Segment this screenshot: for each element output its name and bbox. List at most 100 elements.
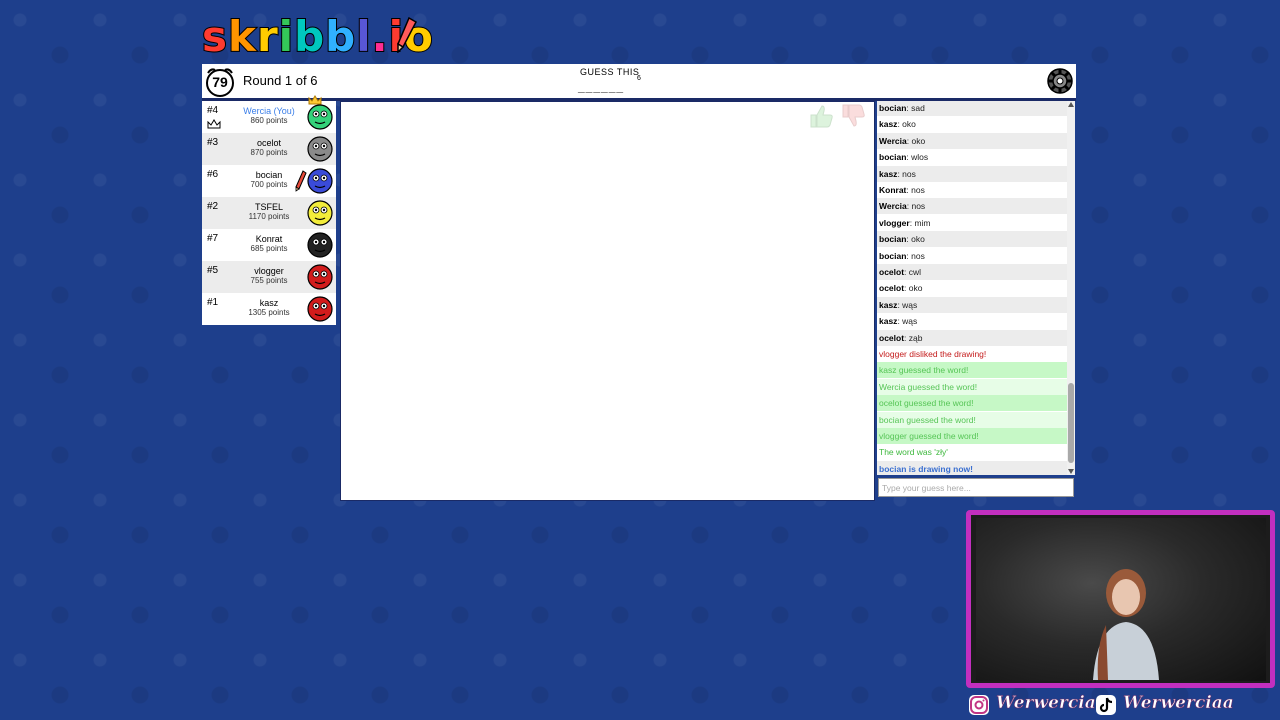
chat-text: kasz guessed the word! [879, 365, 969, 376]
instagram-handle: Werwerciaa [996, 693, 1107, 714]
chat-text: nos [911, 250, 925, 261]
word-hint-blanks: ______ [578, 80, 625, 94]
chat-message: bocian: nos [879, 250, 925, 261]
chat-text: vlogger guessed the word! [879, 431, 979, 441]
logo-letter: k [227, 12, 257, 61]
player-points: 860 points [250, 116, 288, 125]
chat-message: kasz: nos [877, 165, 1069, 182]
chat-message: bocian guessed the word! [877, 411, 1069, 428]
chat-scrollbar[interactable] [1067, 101, 1075, 475]
chat-author: vlogger [879, 217, 910, 228]
chat-text: wlos [911, 152, 929, 163]
pencil-logo-icon [397, 17, 417, 53]
player-list: #4 Wercia (You) 860 points #3 ocelot 870 poin… [202, 95, 336, 325]
chat-message: ocelot: oko [879, 283, 923, 294]
scroll-thumb[interactable] [1068, 383, 1074, 463]
round-indicator: Round 1 of 6 [243, 73, 318, 88]
chat-text: Wercia guessed the word! [879, 381, 978, 392]
player-avatar [307, 264, 333, 290]
player-points: 1170 points [248, 212, 290, 221]
chat-author: ocelot [879, 283, 905, 294]
chat-author: kasz [879, 299, 898, 310]
player-name: ocelot [256, 138, 282, 148]
chat-author: Wercia [879, 135, 907, 146]
chat-text: nos [911, 201, 926, 212]
chat-text: wąs [902, 316, 918, 327]
player-rank: #2 [207, 201, 219, 212]
player-avatar [307, 168, 333, 194]
chat-text: cwl [908, 267, 922, 277]
chat-message: kasz: wąs [879, 316, 918, 327]
chat-message: vlogger: mim [879, 217, 931, 228]
chat-author: Konrat [879, 185, 907, 195]
social-handles: Werwerciaa Werwerciaa [966, 692, 1275, 718]
player-points: 685 points [250, 244, 288, 253]
thumbs-up-icon[interactable] [809, 104, 835, 128]
chat-text: The word was 'zły' [879, 447, 948, 458]
player-name: Konrat [255, 234, 283, 244]
player-row[interactable]: #7 Konrat 685 points [202, 229, 336, 261]
word-length: 6 [637, 75, 641, 82]
guess-input[interactable] [878, 478, 1074, 497]
chat-text: vlogger disliked the drawing! [879, 349, 987, 359]
chat-text: mim [914, 217, 931, 228]
chat-message: bocian: sad [877, 101, 1069, 116]
player-row[interactable]: #4 Wercia (You) 860 points [202, 95, 336, 133]
player-row[interactable]: #1 kasz 1305 points [202, 293, 336, 325]
drawing-canvas[interactable] [340, 101, 875, 501]
player-avatar [307, 136, 333, 162]
chat-author: Wercia [879, 201, 907, 212]
player-row[interactable]: #2 TSFEL 1170 points [202, 197, 336, 229]
chat-author: bocian [879, 234, 907, 245]
chat-text: oko [908, 283, 923, 294]
player-row[interactable]: #3 ocelot 870 points [202, 133, 336, 165]
chat-message: bocian is drawing now! [877, 460, 1069, 475]
player-name: TSFEL [254, 202, 283, 212]
player-rank: #4 [207, 105, 219, 116]
player-rank: #1 [207, 297, 219, 308]
chat-text: oko [911, 234, 925, 245]
chat-author: bocian [879, 250, 907, 261]
chat-text: oko [911, 135, 926, 146]
chat-author: bocian [879, 103, 907, 113]
chat-text: nos [902, 168, 916, 179]
player-name: Wercia (You) [243, 106, 295, 116]
chat-message: The word was 'zły' [877, 444, 1069, 460]
chat-message: Wercia: nos [877, 198, 1069, 215]
chat-message: ocelot: ząb [877, 329, 1069, 346]
chat-text: sad [911, 103, 925, 113]
instagram-icon [969, 695, 989, 715]
timer-value: 79 [212, 74, 228, 90]
chat-author: kasz [879, 316, 898, 327]
player-points: 1305 points [248, 308, 290, 317]
chat-author: kasz [879, 119, 898, 130]
chat-message: bocian: oko [877, 231, 1069, 248]
chat-message: kasz: oko [879, 119, 916, 130]
logo-letter: s [201, 12, 228, 61]
chat-message: ocelot: cwl [877, 264, 1069, 280]
chat-message: Wercia: oko [877, 132, 1069, 149]
streamer-image [1093, 569, 1159, 680]
chat-text: ząb [908, 332, 923, 343]
player-rank: #6 [207, 169, 219, 180]
chat-author: kasz [879, 168, 898, 179]
drawing-pencil-icon [295, 170, 307, 192]
chat-message: kasz: wąs [877, 296, 1069, 313]
chat-author: bocian [879, 152, 907, 163]
scroll-up-arrow-icon[interactable] [1068, 102, 1074, 107]
player-row[interactable]: #5 vlogger 755 points [202, 261, 336, 293]
chat-message: bocian: wlos [879, 152, 929, 163]
player-avatar [307, 232, 333, 258]
settings-gear-icon[interactable] [1046, 67, 1074, 95]
chat-author: ocelot [879, 332, 905, 343]
logo-letter: b [293, 12, 326, 61]
chat-text: wąs [902, 299, 918, 310]
player-name: kasz [259, 298, 279, 308]
owner-crown-icon [308, 95, 322, 105]
player-row[interactable]: #6 bocian 700 points [202, 165, 336, 197]
thumbs-down-icon[interactable] [841, 104, 867, 128]
logo-letter: l [355, 12, 372, 61]
chat-message: kasz guessed the word! [877, 362, 1069, 379]
player-rank: #3 [207, 137, 219, 148]
scroll-down-arrow-icon[interactable] [1068, 469, 1074, 474]
